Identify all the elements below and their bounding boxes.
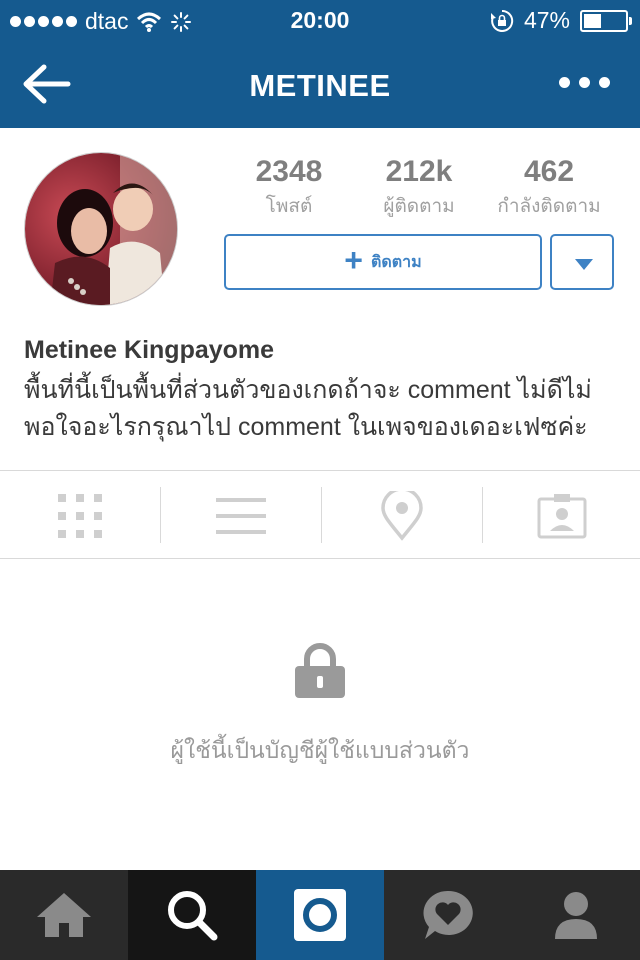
grid-icon: [58, 494, 102, 538]
followers-label: ผู้ติดตาม: [383, 196, 455, 217]
bottom-tab-bar: [0, 870, 640, 960]
following-count: 462: [523, 155, 575, 188]
followers-count: 212k: [385, 155, 453, 188]
view-tabs: [0, 470, 640, 559]
following-label: กำลังติดตาม: [497, 196, 601, 217]
bio-line: พื้นที่นี้เป็นพื้นที่ส่วนตัวของเกดถ้าจะ …: [24, 376, 592, 404]
lock-icon: [295, 643, 345, 698]
location-pin-icon: [381, 491, 423, 541]
rotation-lock-icon: [490, 9, 514, 32]
plus-icon: +: [344, 242, 363, 278]
bottom-tab-camera[interactable]: [256, 870, 384, 960]
profile-full-name: Metinee Kingpayome: [24, 336, 275, 364]
follow-button[interactable]: + ติดตาม: [224, 234, 542, 290]
status-bar: dtac 20:00 47%: [0, 0, 640, 40]
follow-button-label: ติดตาม: [370, 253, 422, 271]
list-icon: [216, 498, 266, 534]
suggestions-dropdown-button[interactable]: [550, 234, 614, 290]
search-icon: [168, 891, 218, 941]
home-icon: [37, 893, 91, 937]
profile-icon: [555, 892, 597, 939]
posts-count: 2348: [255, 155, 323, 188]
activity-heart-icon: [423, 890, 473, 939]
bottom-tab-search[interactable]: [128, 870, 256, 960]
bottom-tab-activity[interactable]: [384, 870, 512, 960]
more-options-icon[interactable]: [559, 77, 610, 88]
tab-grid-view[interactable]: [0, 471, 160, 558]
camera-icon: [294, 889, 346, 941]
top-bar: dtac 20:00 47% METINEE: [0, 0, 640, 128]
posts-label: โพสต์: [265, 196, 313, 217]
tab-map-view[interactable]: [322, 471, 482, 558]
profile-avatar: [24, 152, 178, 306]
followers-stat[interactable]: 212k ผู้ติดตาม: [349, 155, 489, 221]
bottom-tab-home[interactable]: [0, 870, 128, 960]
triangle-down-icon: [575, 259, 593, 270]
bio-line: พอใจอะไรกรุณาไป comment ในเพจของเดอะเฟซค…: [24, 413, 588, 441]
profile-bio: พื้นที่นี้เป็นพื้นที่ส่วนตัวของเกดถ้าจะ …: [24, 372, 604, 446]
tab-tagged-photos[interactable]: [483, 471, 640, 558]
page-title: METINEE: [249, 68, 391, 103]
private-account-message: ผู้ใช้นี้เป็นบัญชีผู้ใช้แบบส่วนตัว: [170, 737, 470, 763]
following-stat[interactable]: 462 กำลังติดตาม: [479, 155, 619, 221]
tab-list-view[interactable]: [161, 471, 321, 558]
battery-percent: 47%: [523, 7, 570, 33]
battery-icon: [580, 9, 632, 32]
nav-bar: METINEE: [0, 40, 640, 128]
posts-stat: 2348 โพสต์: [219, 155, 359, 221]
tagged-photos-icon: [537, 494, 587, 539]
bottom-tab-profile[interactable]: [512, 870, 640, 960]
